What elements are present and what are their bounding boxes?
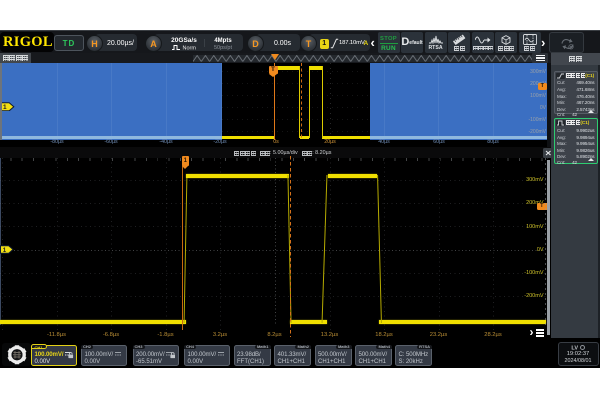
svg-text:1: 1	[3, 104, 7, 111]
svg-text:1: 1	[3, 247, 7, 254]
